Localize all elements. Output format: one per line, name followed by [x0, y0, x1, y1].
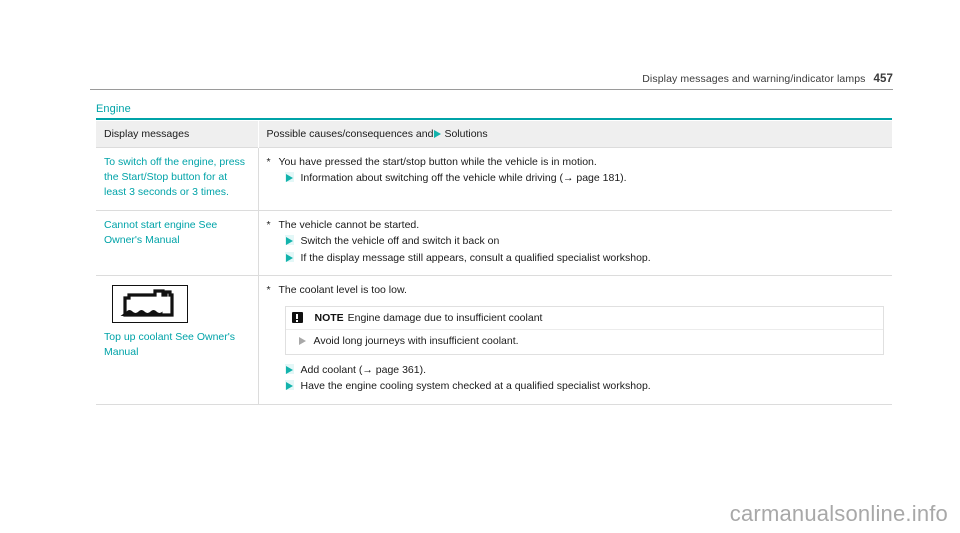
solution-triangle-icon — [285, 174, 293, 183]
display-message-cell: To switch off the engine, press the Star… — [96, 147, 259, 211]
solution-marker — [284, 234, 301, 248]
table-row: Cannot start engine See Owner's Manual *… — [96, 209, 892, 276]
column-header-solutions-text: Solutions — [444, 128, 488, 140]
cause-text: The vehicle cannot be started. — [278, 218, 420, 231]
solution-item: Have the engine cooling system checked a… — [267, 379, 885, 393]
display-message-text: Cannot start engine See Owner's Manual — [104, 218, 218, 246]
solution-text: Switch the vehicle off and switch it bac… — [300, 235, 500, 248]
display-messages-table: Display messages Possible causes/consequ… — [96, 121, 892, 405]
solution-text: If the display message still appears, co… — [300, 251, 651, 264]
section-divider — [96, 118, 892, 120]
note-bullet-text: Avoid long journeys with insufficient co… — [313, 335, 519, 348]
header-divider — [90, 89, 893, 90]
solution-item: If the display message still appears, co… — [267, 251, 885, 265]
solution-item: Add coolant (→ page 361). — [267, 363, 885, 377]
site-watermark: carmanualsonline.info — [729, 501, 948, 526]
running-head-title: Display messages and warning/indicator l… — [642, 73, 866, 85]
causes-solutions-cell: * The coolant level is too low. NOTE Eng… — [258, 275, 892, 405]
solution-text: Information about switching off the vehi… — [300, 172, 627, 185]
note-bullet-marker — [298, 334, 314, 348]
table-header-row: Display messages Possible causes/consequ… — [96, 121, 892, 148]
display-message-text: Top up coolant See Owner's Manual — [104, 331, 235, 359]
cause-item: * You have pressed the start/stop button… — [267, 155, 885, 169]
cause-item: * The vehicle cannot be started. — [267, 218, 885, 232]
solution-triangle-icon — [285, 382, 293, 391]
cause-item: * The coolant level is too low. — [267, 283, 885, 297]
display-message-cell: Top up coolant See Owner's Manual — [96, 275, 259, 405]
solution-marker — [284, 379, 301, 393]
page-number: 457 — [873, 73, 893, 85]
table-row: Top up coolant See Owner's Manual * The … — [96, 275, 892, 405]
solution-triangle-icon — [285, 365, 293, 374]
exclamation-box-icon — [291, 312, 303, 324]
coolant-reservoir-icon — [112, 285, 188, 324]
column-header-causes-text: Possible causes/consequences and — [266, 128, 434, 140]
note-label: NOTE — [314, 311, 344, 324]
solution-triangle-icon — [285, 253, 293, 262]
cause-bullet: * — [266, 284, 271, 297]
note-title: Engine damage due to insufficient coolan… — [347, 311, 543, 324]
cause-bullet: * — [266, 156, 271, 168]
causes-solutions-cell: * The vehicle cannot be started. Switch … — [258, 209, 892, 276]
solution-triangle-icon — [434, 130, 442, 138]
running-head: Display messages and warning/indicator l… — [90, 73, 893, 85]
solution-marker — [284, 363, 301, 377]
solution-triangle-icon — [285, 237, 293, 246]
solution-marker — [284, 251, 301, 265]
note-header: NOTE Engine damage due to insufficient c… — [285, 307, 883, 331]
causes-solutions-cell: * You have pressed the start/stop button… — [258, 147, 892, 211]
display-message-cell: Cannot start engine See Owner's Manual — [96, 209, 259, 276]
manual-page: Display messages and warning/indicator l… — [0, 0, 960, 533]
cause-text: You have pressed the start/stop button w… — [278, 156, 597, 168]
solution-text: Have the engine cooling system checked a… — [300, 380, 651, 393]
cause-bullet: * — [266, 218, 271, 231]
column-header-display-messages: Display messages — [96, 121, 259, 148]
solution-marker — [284, 171, 301, 185]
solution-triangle-icon — [298, 337, 306, 346]
note-body: Avoid long journeys with insufficient co… — [286, 330, 884, 353]
note-box: NOTE Engine damage due to insufficient c… — [284, 305, 884, 355]
display-message-text: To switch off the engine, press the Star… — [104, 156, 246, 198]
column-header-causes-solutions: Possible causes/consequences and Solution… — [258, 121, 892, 148]
cause-text: The coolant level is too low. — [278, 284, 407, 297]
table-row: To switch off the engine, press the Star… — [96, 147, 892, 211]
solution-text: Add coolant (→ page 361). — [300, 363, 427, 376]
section-title: Engine — [96, 103, 131, 115]
solution-item: Switch the vehicle off and switch it bac… — [267, 234, 885, 248]
solution-item: Information about switching off the vehi… — [267, 171, 885, 185]
